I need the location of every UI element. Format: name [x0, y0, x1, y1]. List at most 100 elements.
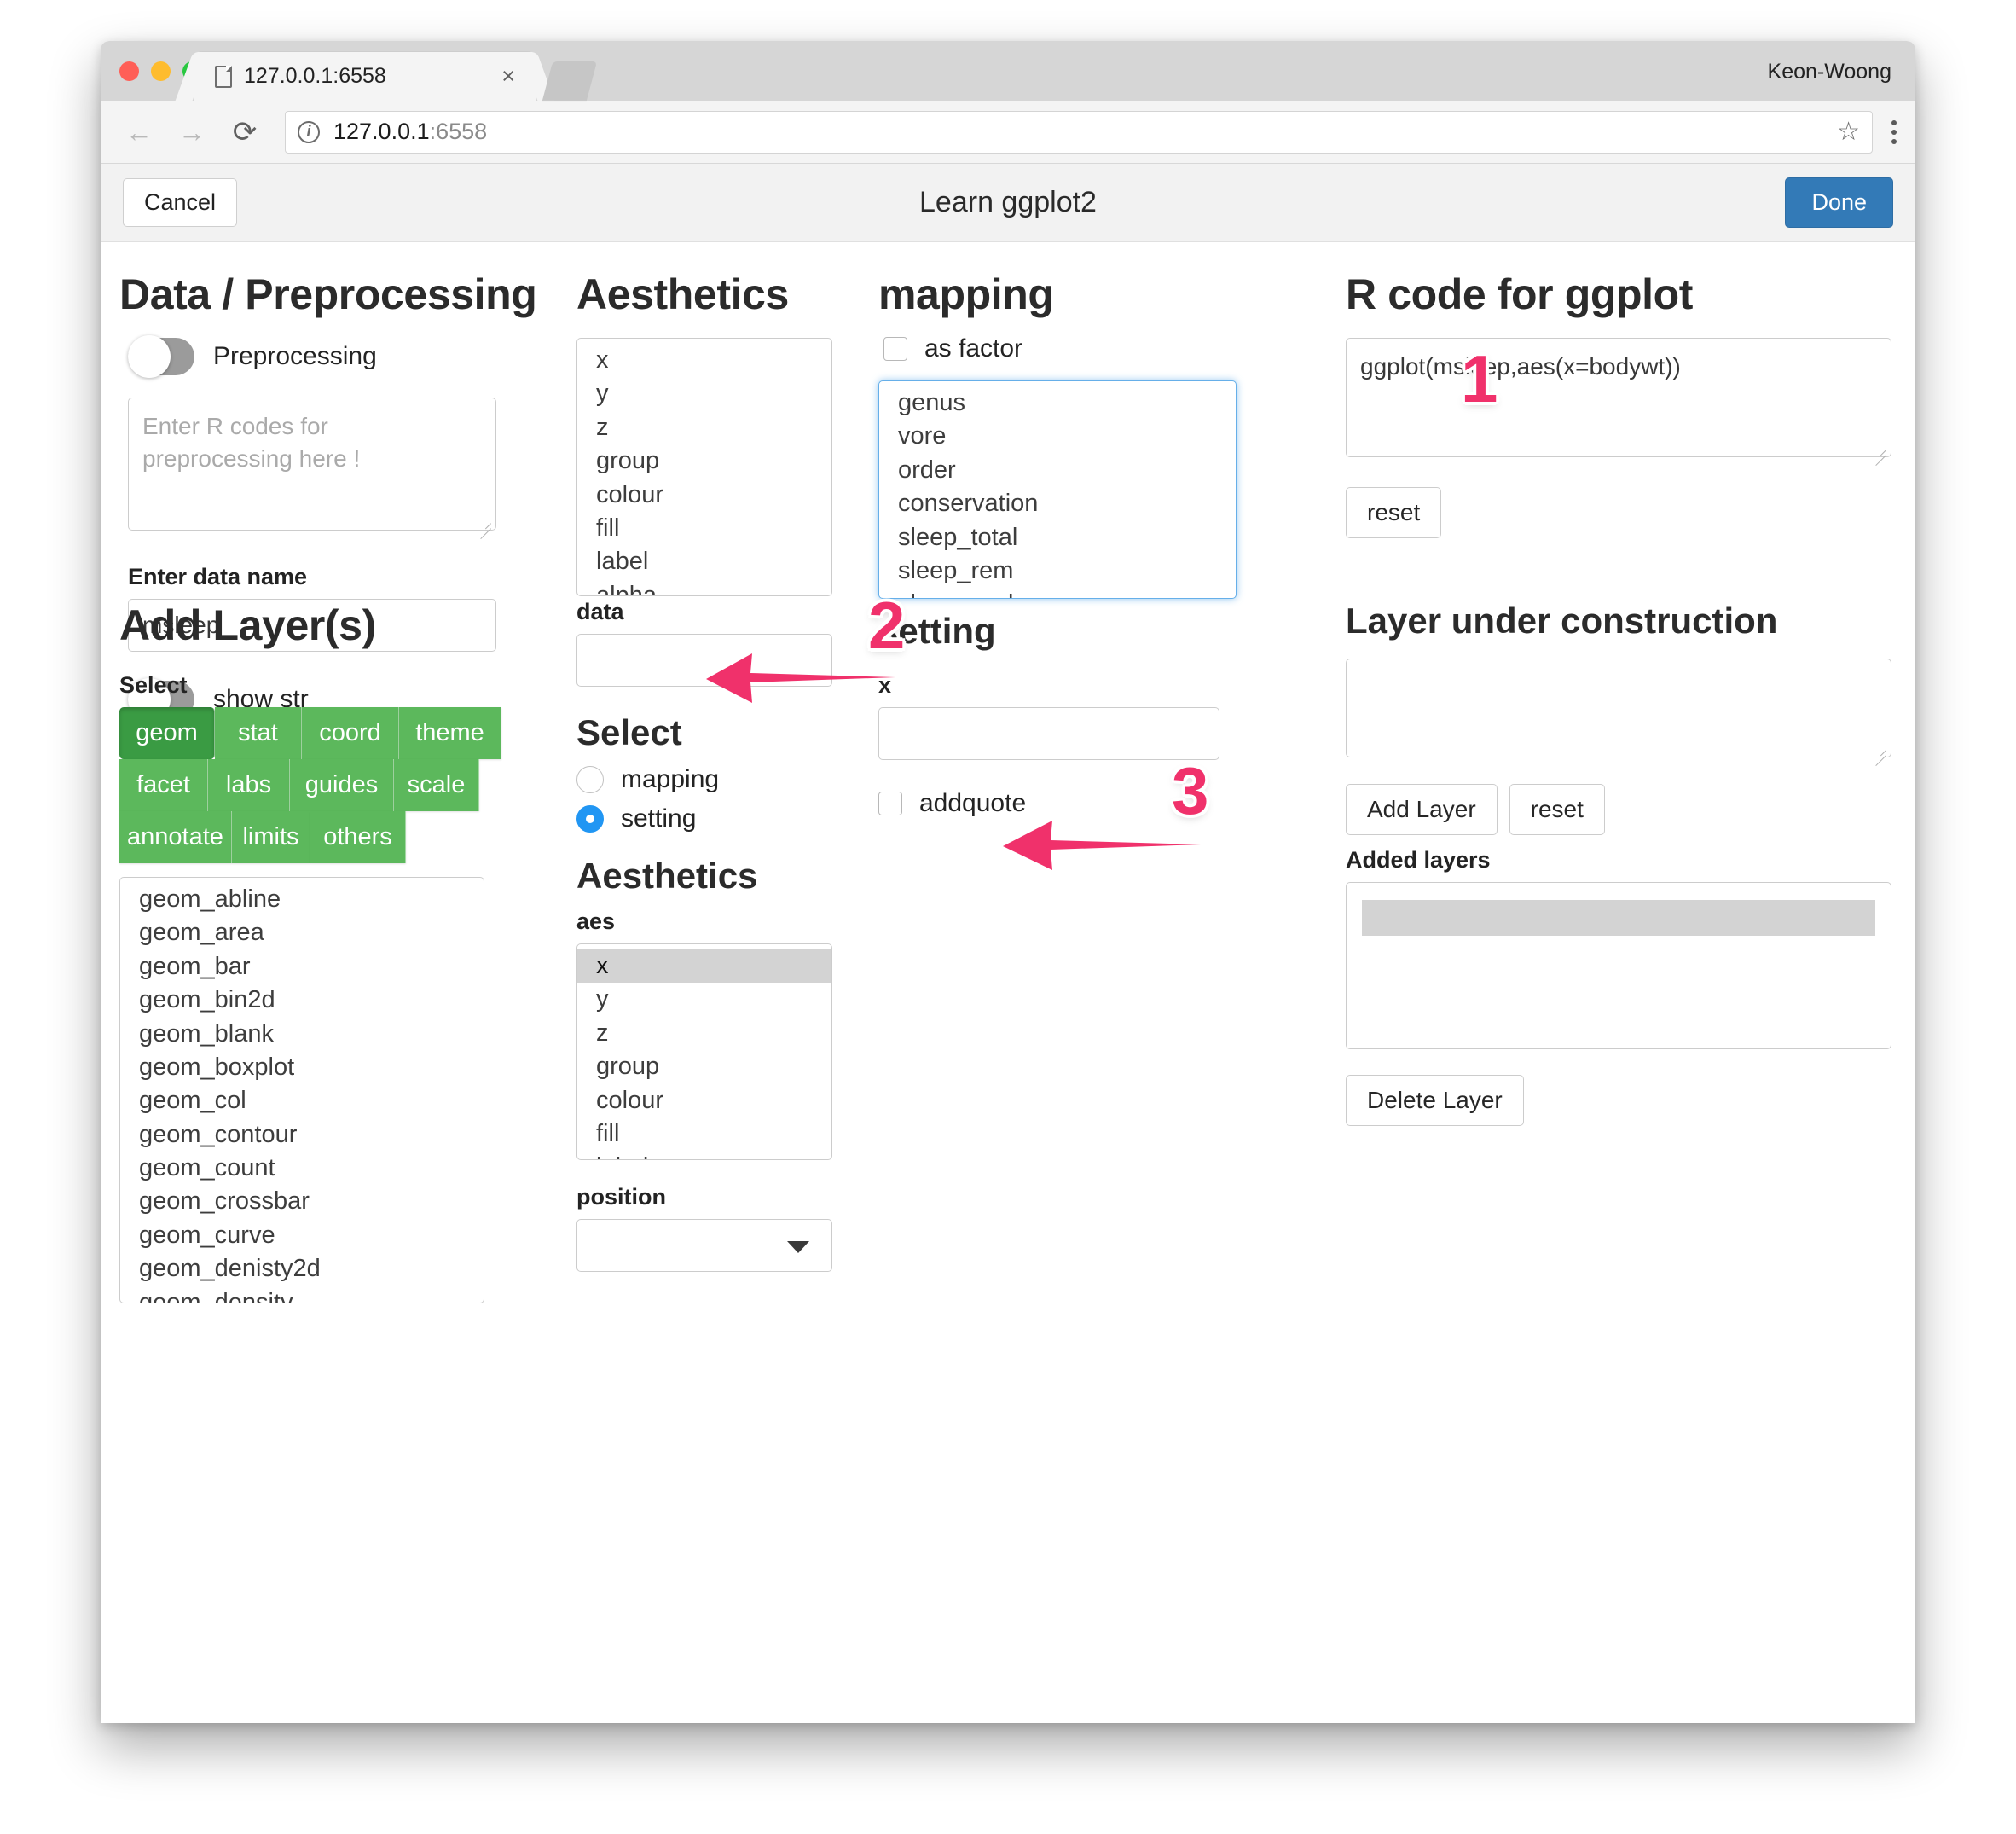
layer-type-button-stat[interactable]: stat: [215, 707, 302, 759]
layer-type-button-group[interactable]: geom stat coord theme facet labs guides scale an…: [119, 707, 546, 863]
url-bar[interactable]: i 127.0.0.1:6558 ☆: [285, 110, 1873, 154]
aesthetics-option[interactable]: y: [577, 377, 831, 410]
geom-option[interactable]: geom_col: [120, 1084, 484, 1117]
aesthetics-option[interactable]: label: [577, 545, 831, 578]
close-window-button[interactable]: [119, 61, 139, 81]
geom-option[interactable]: geom_crossbar: [120, 1185, 484, 1218]
geom-option[interactable]: geom_bin2d: [120, 984, 484, 1017]
as-factor-checkbox[interactable]: [883, 337, 907, 361]
aes-listbox[interactable]: xyzgroupcolourfilllabelalphalinetypesize…: [576, 943, 832, 1160]
setting-x-input[interactable]: [878, 707, 1219, 760]
aes-option[interactable]: group: [577, 1050, 831, 1083]
aes-option[interactable]: colour: [577, 1084, 831, 1117]
aes-option[interactable]: x: [577, 949, 831, 984]
new-tab-button[interactable]: [542, 61, 598, 101]
radio-setting[interactable]: [576, 805, 604, 833]
layer-type-button-coord[interactable]: coord: [302, 707, 399, 759]
aesthetics-panel: Aesthetics xyzgroupcolourfilllabelalphal…: [576, 270, 832, 596]
back-arrow-icon[interactable]: ←: [119, 113, 159, 152]
layer-type-button-scale[interactable]: scale: [394, 759, 479, 811]
layer-type-button-guides[interactable]: guides: [290, 759, 394, 811]
aesthetics-listbox[interactable]: xyzgroupcolourfilllabelalphalinetypesize…: [576, 338, 832, 596]
close-tab-icon[interactable]: ×: [493, 61, 524, 91]
aesthetics-option[interactable]: x: [577, 344, 831, 377]
aesthetics-option[interactable]: colour: [577, 479, 831, 512]
position-dropdown[interactable]: [576, 1219, 832, 1272]
mapping-listbox[interactable]: genus vore order conservation sleep_total sle…: [878, 380, 1237, 599]
aesthetics-option[interactable]: fill: [577, 512, 831, 545]
radio-label-mapping: mapping: [621, 765, 720, 793]
radio-mapping[interactable]: [576, 766, 604, 793]
layer-radio-row-mapping[interactable]: mapping: [576, 765, 832, 794]
mapping-option[interactable]: sleep_rem: [879, 554, 1236, 588]
mapping-option[interactable]: sleep_total: [879, 521, 1236, 554]
setting-panel: setting x addquote: [878, 611, 1219, 818]
geom-option[interactable]: geom_contour: [120, 1118, 484, 1152]
geom-option[interactable]: geom_count: [120, 1152, 484, 1185]
addquote-checkbox-row[interactable]: addquote: [878, 789, 1219, 818]
minimize-window-button[interactable]: [151, 61, 171, 81]
geom-option[interactable]: geom_boxplot: [120, 1051, 484, 1084]
url-text: 127.0.0.1:6558: [333, 119, 487, 145]
added-layers-listbox[interactable]: [1346, 882, 1891, 1049]
mapping-option[interactable]: sleep_cycle: [879, 588, 1236, 598]
bookmark-star-icon[interactable]: ☆: [1837, 117, 1860, 147]
aesthetics-option[interactable]: group: [577, 444, 831, 478]
geom-option[interactable]: geom_denisty2d: [120, 1252, 484, 1286]
aes-option[interactable]: y: [577, 983, 831, 1016]
geom-option[interactable]: geom_curve: [120, 1219, 484, 1252]
aes-option[interactable]: z: [577, 1017, 831, 1050]
site-info-icon[interactable]: i: [298, 120, 320, 143]
browser-tab-active[interactable]: 127.0.0.1:6558 ×: [194, 52, 536, 101]
geom-option[interactable]: geom_area: [120, 916, 484, 949]
aes-option[interactable]: fill: [577, 1117, 831, 1151]
geom-option[interactable]: geom_abline: [120, 883, 484, 916]
preprocessing-textarea-wrap: [128, 398, 496, 535]
toggle-knob: [128, 335, 171, 378]
aes-option[interactable]: label: [577, 1151, 831, 1159]
preprocessing-toggle[interactable]: [128, 335, 194, 378]
geom-option[interactable]: geom_density: [120, 1286, 484, 1303]
add-layer-button[interactable]: Add Layer: [1346, 784, 1498, 835]
layer-type-button-labs[interactable]: labs: [208, 759, 290, 811]
rcode-reset-button[interactable]: reset: [1346, 487, 1442, 538]
done-button[interactable]: Done: [1785, 177, 1893, 228]
mapping-option[interactable]: vore: [879, 420, 1236, 453]
mapping-option[interactable]: order: [879, 454, 1236, 487]
layer-type-button-limits[interactable]: limits: [232, 811, 310, 863]
layer-type-button-others[interactable]: others: [310, 811, 406, 863]
as-factor-checkbox-row[interactable]: as factor: [883, 334, 1237, 363]
add-layers-heading: Add Layer(s): [119, 601, 376, 649]
added-layer-item[interactable]: [1362, 900, 1875, 936]
mapping-option[interactable]: genus: [879, 386, 1236, 420]
setting-heading: setting: [878, 611, 996, 651]
layer-data-input[interactable]: [576, 634, 832, 687]
aesthetics-option[interactable]: z: [577, 411, 831, 444]
rcode-textarea[interactable]: ggplot(msleep,aes(x=bodywt)): [1346, 338, 1891, 457]
browser-profile-name[interactable]: Keon-Woong: [1768, 60, 1891, 84]
as-factor-label: as factor: [924, 334, 1023, 363]
layer-type-button-facet[interactable]: facet: [119, 759, 208, 811]
layer-type-button-theme[interactable]: theme: [399, 707, 501, 759]
forward-arrow-icon[interactable]: →: [172, 113, 211, 152]
addquote-checkbox[interactable]: [878, 792, 902, 815]
geom-option[interactable]: geom_bar: [120, 950, 484, 984]
layer-reset-button[interactable]: reset: [1509, 784, 1605, 835]
cancel-button[interactable]: Cancel: [123, 178, 238, 227]
add-layers-panel: Add Layer(s) Select geom stat coord theme fa…: [119, 601, 546, 1303]
layer-radio-row-setting[interactable]: setting: [576, 804, 832, 833]
layer-type-button-annotate[interactable]: annotate: [119, 811, 232, 863]
layer-construction-textarea[interactable]: [1346, 659, 1891, 757]
layer-type-button-geom[interactable]: geom: [119, 707, 215, 759]
reload-icon[interactable]: ⟳: [225, 113, 264, 152]
geom-listbox[interactable]: geom_abline geom_area geom_bar geom_bin2d ge…: [119, 877, 484, 1303]
browser-menu-icon[interactable]: [1891, 119, 1897, 144]
layer-radio-group[interactable]: mapping setting: [576, 765, 832, 833]
mapping-option[interactable]: conservation: [879, 487, 1236, 520]
aesthetics-option[interactable]: alpha: [577, 579, 831, 595]
layer-action-buttons: Add Layer reset: [1346, 784, 1891, 835]
preprocessing-toggle-row[interactable]: Preprocessing: [128, 335, 537, 378]
preprocessing-textarea[interactable]: [128, 398, 496, 531]
geom-option[interactable]: geom_blank: [120, 1018, 484, 1051]
delete-layer-button[interactable]: Delete Layer: [1346, 1075, 1524, 1126]
